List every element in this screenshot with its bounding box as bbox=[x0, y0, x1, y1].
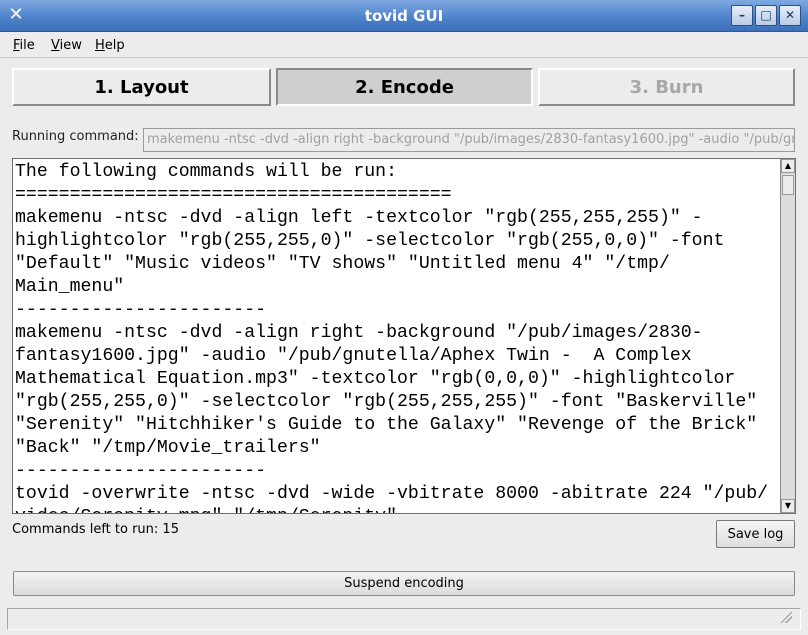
commands-left-label: Commands left to run: 15 bbox=[12, 522, 179, 537]
tab-encode[interactable]: 2. Encode bbox=[276, 68, 533, 106]
output-line: ----------------------- bbox=[15, 461, 267, 481]
output-line: "Serenity" "Hitchhiker's Guide to the Ga… bbox=[15, 415, 758, 435]
running-command-label: Running command: bbox=[12, 129, 139, 144]
output-line: tovid -overwrite -ntsc -dvd -wide -vbitr… bbox=[15, 484, 769, 504]
output-line: "rgb(255,255,0)" -selectcolor "rgb(255,2… bbox=[15, 392, 758, 412]
menu-file[interactable]: File bbox=[13, 38, 35, 53]
command-output[interactable]: The following commands will be run: ====… bbox=[12, 158, 796, 514]
menu-view[interactable]: View bbox=[51, 38, 82, 53]
output-line: fantasy1600.jpg" -audio "/pub/gnutella/A… bbox=[15, 346, 692, 366]
scroll-down-arrow-icon[interactable]: ▼ bbox=[781, 499, 795, 513]
maximize-icon: □ bbox=[760, 8, 772, 22]
output-line: The following commands will be run: bbox=[15, 162, 397, 182]
scroll-up-arrow-icon[interactable]: ▲ bbox=[781, 159, 795, 173]
minimize-button[interactable]: – bbox=[731, 5, 753, 26]
output-line: makemenu -ntsc -dvd -align right -backgr… bbox=[15, 323, 703, 343]
output-line: highlightcolor "rgb(255,255,0)" -selectc… bbox=[15, 231, 725, 251]
output-line: ======================================== bbox=[15, 185, 452, 205]
output-line: "Default" "Music videos" "TV shows" "Unt… bbox=[15, 254, 670, 274]
running-command-field: makemenu -ntsc -dvd -align right -backgr… bbox=[143, 128, 795, 152]
output-line: video/Serenity.mpg" "/tmp/Serenity" bbox=[15, 507, 397, 513]
status-bar bbox=[7, 608, 801, 630]
output-line: makemenu -ntsc -dvd -align left -textcol… bbox=[15, 208, 703, 228]
save-log-button[interactable]: Save log bbox=[716, 520, 795, 548]
scrollbar-thumb[interactable] bbox=[782, 175, 794, 195]
title-bar[interactable]: ✕ tovid GUI – □ ✕ bbox=[0, 0, 808, 32]
menu-help[interactable]: Help bbox=[95, 38, 125, 53]
output-line: Main_menu" bbox=[15, 277, 125, 297]
window-title: tovid GUI bbox=[364, 7, 444, 25]
tab-burn: 3. Burn bbox=[538, 68, 795, 106]
output-scrollbar[interactable]: ▲ ▼ bbox=[780, 159, 795, 513]
suspend-encoding-button[interactable]: Suspend encoding bbox=[13, 571, 795, 596]
maximize-button[interactable]: □ bbox=[755, 5, 777, 26]
output-line: "Back" "/tmp/Movie_trailers" bbox=[15, 438, 321, 458]
command-output-text: The following commands will be run: ====… bbox=[15, 161, 781, 513]
tab-layout[interactable]: 1. Layout bbox=[12, 68, 271, 106]
output-line: Mathematical Equation.mp3" -textcolor "r… bbox=[15, 369, 736, 389]
minimize-icon: – bbox=[739, 8, 745, 22]
resize-grip-icon[interactable] bbox=[780, 611, 792, 623]
close-button[interactable]: ✕ bbox=[779, 5, 801, 26]
menu-bar: File View Help bbox=[0, 32, 808, 58]
close-icon: ✕ bbox=[784, 8, 796, 22]
output-line: ----------------------- bbox=[15, 300, 267, 320]
